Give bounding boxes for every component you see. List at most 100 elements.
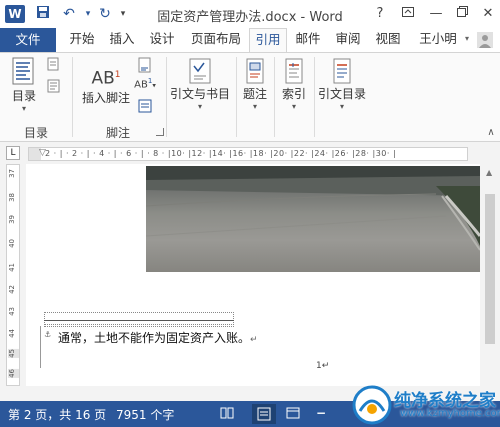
- tab-review[interactable]: 审阅: [330, 28, 366, 52]
- vruler-tick: 39: [8, 215, 16, 224]
- ab-superscript: 1: [114, 70, 121, 80]
- toa-dropdown-icon: ▾: [339, 102, 344, 111]
- group-label-toc: 目录: [23, 126, 48, 140]
- ribbon-tabs: 文件 开始 插入 设计 页面布局 引用 邮件 审阅 视图 王小明 ▾: [0, 28, 500, 52]
- help-button[interactable]: ?: [368, 4, 392, 24]
- toc-dropdown-icon: ▾: [21, 104, 26, 113]
- citations-label: 引文与书目: [169, 87, 230, 101]
- vruler-tick: 46: [8, 369, 19, 378]
- group-separator: [236, 57, 237, 137]
- captions-button[interactable]: 题注 ▾: [240, 57, 270, 112]
- collapse-ribbon-icon[interactable]: ∧: [485, 127, 497, 138]
- watermark-logo-icon: [352, 385, 392, 425]
- save-icon[interactable]: [34, 5, 52, 23]
- show-notes-button[interactable]: [136, 99, 154, 116]
- index-button[interactable]: 索引 ▾: [278, 57, 310, 112]
- group-separator: [166, 57, 167, 137]
- avatar[interactable]: [472, 28, 498, 52]
- tab-page-layout[interactable]: 页面布局: [186, 28, 246, 52]
- close-button[interactable]: ✕: [476, 4, 500, 24]
- scroll-thumb[interactable]: [485, 194, 495, 344]
- paragraph-anchor-icon: ⚓: [44, 330, 52, 339]
- vruler-tick: 43: [8, 307, 16, 316]
- toc-button[interactable]: 目录 ▾: [6, 57, 42, 114]
- guide-line: [44, 326, 234, 327]
- vruler-tick: 40: [8, 239, 16, 248]
- table-of-contents-icon: [12, 57, 34, 85]
- index-dropdown-icon: ▾: [291, 102, 296, 111]
- watermark-url: www.kzmyhome.com: [400, 408, 500, 419]
- word-count[interactable]: 7951 个字: [116, 406, 174, 423]
- add-text-button[interactable]: [46, 57, 62, 74]
- ribbon-display-options-icon[interactable]: [396, 4, 420, 24]
- page-number: 1↵: [316, 361, 330, 371]
- blank-text-box[interactable]: [44, 312, 234, 325]
- tab-references[interactable]: 引用: [249, 28, 287, 52]
- citations-icon: [189, 58, 211, 84]
- vertical-ruler[interactable]: 37 38 39 40 41 42 43 44 45 46: [6, 164, 20, 386]
- paragraph-mark: ↵: [250, 335, 258, 345]
- ruler-ticks: 2 · | · 2 · | · 4 · | · 6 · | · 8 · |10·…: [45, 149, 397, 158]
- table-of-authorities-label: 引文目录: [317, 87, 366, 101]
- insert-footnote-button[interactable]: AB1 插入脚注: [78, 61, 134, 106]
- document-area[interactable]: ⚓ 通常，土地不能作为固定资产入账。↵ 1↵: [26, 164, 480, 386]
- endnote-icon: [138, 57, 151, 73]
- zoom-out-button[interactable]: −: [316, 406, 326, 420]
- index-icon: [285, 58, 303, 84]
- citations-bibliography-button[interactable]: 引文与书目 ▾: [168, 57, 232, 112]
- title-bar: W ↶ ▾ ↻ ▾ 固定资产管理办法.docx - Word ? — ✕: [0, 0, 500, 28]
- print-layout-icon[interactable]: [252, 404, 276, 424]
- footnote-icon: AB1: [78, 61, 134, 89]
- ribbon: 目录 ▾ 目录 AB1 插入脚注 AB1▾ 脚注 引文与书目 ▾ 题注 ▾ 索引…: [0, 52, 500, 142]
- group-separator: [274, 57, 275, 137]
- user-dropdown-icon[interactable]: ▾: [462, 28, 472, 52]
- ruler-row: L 2 · | · 2 · | · 4 · | · 6 · | · 8 · |1…: [0, 142, 500, 164]
- horizontal-ruler[interactable]: 2 · | · 2 · | · 4 · | · 6 · | · 8 · |10·…: [28, 147, 468, 161]
- minimize-button[interactable]: —: [424, 4, 448, 24]
- captions-label: 题注: [242, 87, 267, 101]
- indent-marker-icon[interactable]: ▽: [39, 148, 46, 159]
- scroll-up-icon[interactable]: ▲: [486, 168, 492, 177]
- toc-button-label: 目录: [11, 89, 36, 103]
- road-photo-image: [146, 166, 480, 251]
- undo-icon[interactable]: ↶: [58, 5, 80, 23]
- redo-icon[interactable]: ↻: [96, 5, 114, 23]
- tab-mailings[interactable]: 邮件: [290, 28, 326, 52]
- word-logo-icon: W: [5, 5, 25, 23]
- inserted-photo[interactable]: [146, 166, 480, 272]
- update-table-button[interactable]: [46, 79, 62, 96]
- add-text-icon: [47, 57, 59, 71]
- page-count[interactable]: 第 2 页，共 16 页: [8, 406, 106, 423]
- vruler-tick: 42: [8, 285, 16, 294]
- insert-endnote-button[interactable]: [136, 57, 154, 76]
- watermark: 纯净系统之家 www.kzmyhome.com: [352, 382, 500, 427]
- web-layout-icon[interactable]: [286, 406, 300, 423]
- update-table-icon: [47, 79, 60, 93]
- restore-button[interactable]: [450, 4, 474, 24]
- window-title: 固定资产管理办法.docx - Word: [157, 10, 343, 25]
- group-label-footnotes: 脚注: [105, 126, 130, 140]
- tab-home[interactable]: 开始: [64, 28, 100, 52]
- ab-text: AB: [91, 68, 115, 89]
- undo-dropdown-icon[interactable]: ▾: [83, 5, 93, 23]
- read-mode-icon[interactable]: [220, 406, 234, 423]
- document-page[interactable]: ⚓ 通常，土地不能作为固定资产入账。↵ 1↵: [26, 164, 480, 386]
- vruler-tick: 44: [8, 329, 16, 338]
- table-of-authorities-button[interactable]: 引文目录 ▾: [316, 57, 368, 112]
- vruler-tick: 37: [8, 169, 16, 178]
- next-footnote-button[interactable]: AB1▾: [134, 77, 156, 90]
- index-label: 索引: [281, 87, 306, 101]
- tab-view[interactable]: 视图: [370, 28, 406, 52]
- body-paragraph[interactable]: 通常，土地不能作为固定资产入账。↵: [58, 329, 258, 346]
- vruler-tick: 45: [8, 349, 19, 358]
- tab-selector[interactable]: L: [6, 146, 20, 160]
- citations-dropdown-icon: ▾: [197, 102, 202, 111]
- footnote-separator: [44, 320, 234, 321]
- tab-file[interactable]: 文件: [0, 28, 56, 52]
- tab-insert[interactable]: 插入: [104, 28, 140, 52]
- tab-design[interactable]: 设计: [144, 28, 180, 52]
- vertical-scrollbar[interactable]: ▲: [480, 164, 500, 386]
- authorities-icon: [333, 58, 351, 84]
- user-name[interactable]: 王小明: [412, 28, 464, 52]
- show-notes-icon: [138, 99, 152, 113]
